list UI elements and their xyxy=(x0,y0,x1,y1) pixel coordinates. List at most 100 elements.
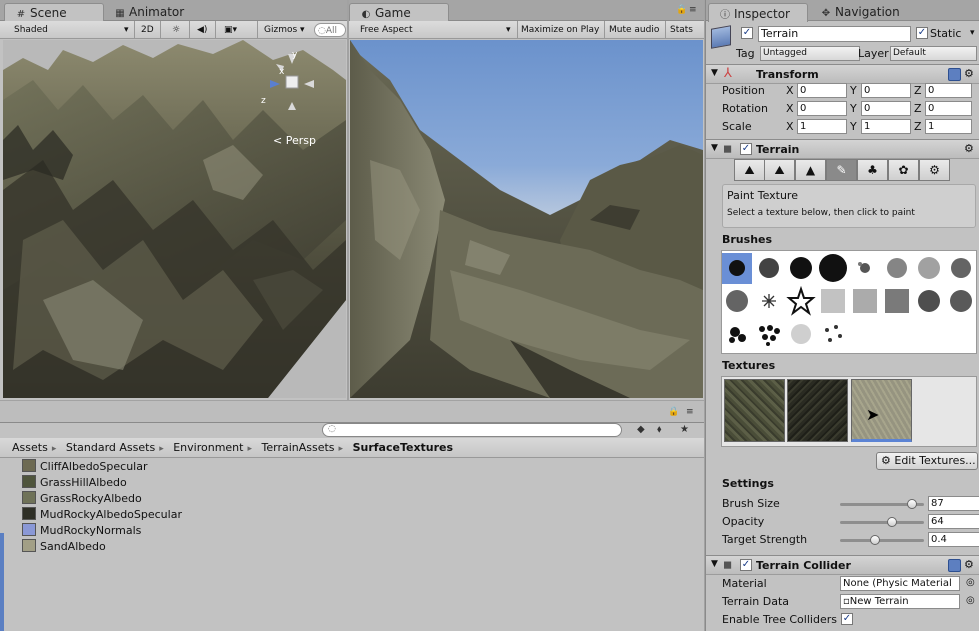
breadcrumb-item[interactable]: TerrainAssets xyxy=(262,441,335,454)
object-picker-icon[interactable]: ◎ xyxy=(966,577,975,588)
brush-option[interactable] xyxy=(946,253,976,284)
opacity-input[interactable]: 64 xyxy=(928,514,979,529)
maximize-on-play-toggle[interactable]: Maximize on Play xyxy=(521,23,599,37)
brush-option[interactable] xyxy=(882,253,912,284)
brush-option[interactable] xyxy=(786,319,816,350)
shading-dropdown[interactable]: Shaded xyxy=(14,23,48,37)
position-x-input[interactable]: 0 xyxy=(797,83,847,98)
asset-list-item[interactable]: MudRockyAlbedoSpecular xyxy=(22,507,182,523)
project-search-input[interactable]: ◌ xyxy=(322,423,622,437)
position-y-input[interactable]: 0 xyxy=(861,83,911,98)
terrain-header[interactable]: ▼ ◼ ✓ Terrain ⚙ xyxy=(706,139,979,159)
filter-label-icon[interactable]: ⬧ xyxy=(657,424,662,435)
brush-option[interactable] xyxy=(786,253,816,284)
breadcrumb-item[interactable]: Environment xyxy=(173,441,243,454)
tab-inspector[interactable]: ⓘ Inspector xyxy=(708,3,808,22)
raise-lower-tool-button[interactable]: ⛰ xyxy=(734,159,765,181)
object-name-input[interactable]: Terrain xyxy=(758,26,911,42)
slider-handle[interactable] xyxy=(907,499,917,509)
active-checkbox[interactable]: ✓ xyxy=(741,27,753,39)
breadcrumb-item[interactable]: Assets xyxy=(12,441,48,454)
scale-y-input[interactable]: 1 xyxy=(861,119,911,134)
scene-gizmo[interactable]: x y z xyxy=(261,50,318,112)
help-book-icon[interactable] xyxy=(948,559,961,572)
collider-enabled-checkbox[interactable]: ✓ xyxy=(740,559,752,571)
2d-toggle[interactable]: 2D xyxy=(141,23,154,37)
tab-game[interactable]: ◐ Game xyxy=(349,3,449,22)
game-viewport[interactable] xyxy=(350,40,703,398)
tab-scene[interactable]: # Scene xyxy=(4,3,104,22)
asset-list-item[interactable]: MudRockyNormals xyxy=(22,523,182,539)
mute-audio-toggle[interactable]: Mute audio xyxy=(609,23,659,37)
paint-height-tool-button[interactable]: ⛰ xyxy=(764,159,795,181)
brush-option[interactable] xyxy=(818,319,848,350)
brush-option[interactable] xyxy=(818,253,848,284)
panel-menu-icon[interactable]: ≡ xyxy=(689,5,697,15)
brush-option[interactable] xyxy=(818,286,848,317)
tab-navigation[interactable]: ✥ Navigation xyxy=(810,3,910,22)
material-object-field[interactable]: None (Physic Material xyxy=(840,576,960,591)
smooth-height-tool-button[interactable]: ▲ xyxy=(795,159,826,181)
position-z-input[interactable]: 0 xyxy=(925,83,972,98)
target-strength-input[interactable]: 0.4 xyxy=(928,532,979,547)
transform-header[interactable]: ▼ ⅄ Transform ⚙ xyxy=(706,64,979,84)
gear-icon[interactable]: ⚙ xyxy=(964,558,974,571)
lock-icon[interactable]: 🔒 xyxy=(668,407,679,417)
audio-icon[interactable]: ◀) xyxy=(197,23,207,37)
slider-handle[interactable] xyxy=(887,517,897,527)
brush-option[interactable] xyxy=(722,319,752,350)
slider-handle[interactable] xyxy=(870,535,880,545)
asset-list-item[interactable]: GrassRockyAlbedo xyxy=(22,491,182,507)
image-effects-icon[interactable]: ▣▾ xyxy=(224,23,237,37)
gear-icon[interactable]: ⚙ xyxy=(964,67,974,80)
gear-icon[interactable]: ⚙ xyxy=(964,142,974,155)
brush-option[interactable] xyxy=(754,286,784,317)
terrain-collider-header[interactable]: ▼ ◼ ✓ Terrain Collider ⚙ xyxy=(706,555,979,575)
brush-size-slider[interactable] xyxy=(840,499,924,509)
scene-search-input[interactable]: ◌All xyxy=(314,23,346,37)
gizmos-dropdown[interactable]: Gizmos ▾ xyxy=(264,23,305,37)
favorite-icon[interactable]: ★ xyxy=(680,424,689,435)
scale-x-input[interactable]: 1 xyxy=(797,119,847,134)
texture-thumbnail[interactable] xyxy=(724,379,785,442)
brush-option[interactable] xyxy=(882,286,912,317)
terrain-settings-tool-button[interactable]: ⚙ xyxy=(919,159,950,181)
brush-option[interactable] xyxy=(722,253,752,284)
enable-tree-colliders-checkbox[interactable]: ✓ xyxy=(841,613,853,625)
layer-dropdown[interactable]: Default xyxy=(890,46,977,61)
brush-option[interactable] xyxy=(914,286,944,317)
brush-option[interactable] xyxy=(754,319,784,350)
resize-handle[interactable] xyxy=(0,533,4,631)
breadcrumb-item[interactable]: Standard Assets xyxy=(66,441,155,454)
lock-icon[interactable]: 🔒 xyxy=(676,5,687,15)
static-checkbox[interactable]: ✓ xyxy=(916,27,928,39)
tag-dropdown[interactable]: Untagged xyxy=(760,46,860,61)
tab-animator[interactable]: ▦ Animator xyxy=(104,3,194,22)
terrain-data-object-field[interactable]: ▫New Terrain xyxy=(840,594,960,609)
persp-label[interactable]: < Persp xyxy=(273,134,316,147)
brush-option[interactable] xyxy=(850,253,880,284)
brush-option[interactable] xyxy=(850,286,880,317)
terrain-enabled-checkbox[interactable]: ✓ xyxy=(740,143,752,155)
object-picker-icon[interactable]: ◎ xyxy=(966,595,975,606)
brush-option[interactable] xyxy=(914,253,944,284)
light-icon[interactable]: ☼ xyxy=(172,23,180,37)
scene-viewport[interactable]: x y z < Persp xyxy=(3,40,346,398)
brush-size-input[interactable]: 87 xyxy=(928,496,979,511)
panel-menu-icon[interactable]: ≡ xyxy=(686,407,694,417)
brush-option[interactable] xyxy=(786,285,816,317)
texture-thumbnail[interactable] xyxy=(787,379,848,442)
breadcrumb-item-current[interactable]: SurfaceTextures xyxy=(353,441,454,454)
help-book-icon[interactable] xyxy=(948,68,961,81)
asset-list-item[interactable]: GrassHillAlbedo xyxy=(22,475,182,491)
chevron-down-icon[interactable]: ▾ xyxy=(970,28,975,38)
brush-option[interactable] xyxy=(754,253,784,284)
asset-list-item[interactable]: SandAlbedo xyxy=(22,539,182,555)
paint-details-tool-button[interactable]: ✿ xyxy=(888,159,919,181)
scale-z-input[interactable]: 1 xyxy=(925,119,972,134)
texture-thumbnail-selected[interactable] xyxy=(851,379,912,442)
place-trees-tool-button[interactable]: ♣ xyxy=(857,159,888,181)
asset-list-item[interactable]: CliffAlbedoSpecular xyxy=(22,459,182,475)
filter-type-icon[interactable]: ◆ xyxy=(637,424,645,435)
rotation-z-input[interactable]: 0 xyxy=(925,101,972,116)
